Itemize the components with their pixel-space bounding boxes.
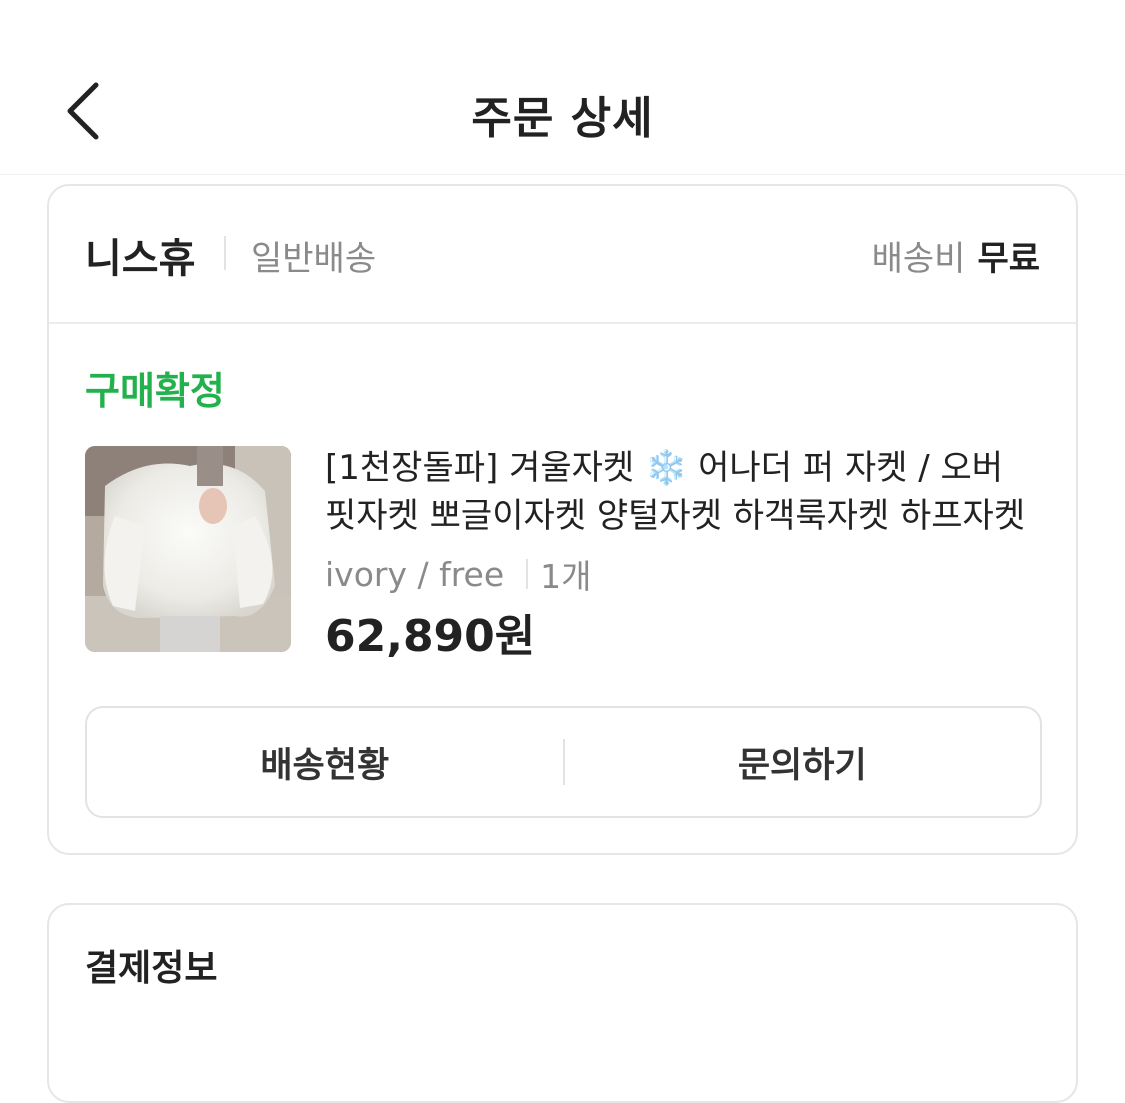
shipping-fee-value: 무료 xyxy=(977,239,1040,279)
order-item-card: 니스휴 일반배송 배송비 무료 구매확정 [1천장돌파] 겨울자켓 ❄️ 어나더… xyxy=(47,184,1078,855)
shipping-fee: 배송비 무료 xyxy=(872,231,1040,280)
section-title: 결제정보 xyxy=(85,948,218,989)
payment-info-card: 결제정보 xyxy=(47,903,1078,1103)
order-actions: 배송현황 문의하기 xyxy=(85,706,1042,818)
divider xyxy=(526,559,529,589)
delivery-type: 일반배송 xyxy=(251,239,377,279)
product-option: ivory / free xyxy=(325,554,505,594)
page-title: 주문 상세 xyxy=(471,93,654,144)
top-app-bar: 주문 상세 xyxy=(0,0,1125,175)
product-quantity: 1개 xyxy=(540,557,592,596)
divider xyxy=(224,236,226,270)
product-thumbnail[interactable] xyxy=(85,446,291,652)
seller-name[interactable]: 니스휴 xyxy=(85,226,195,284)
seller-row: 니스휴 일반배송 배송비 무료 xyxy=(49,186,1076,324)
shipping-fee-label: 배송비 xyxy=(871,239,966,279)
delivery-status-button[interactable]: 배송현황 xyxy=(87,708,563,816)
product-name-line-2: 핏자켓 뽀글이자켓 양털자켓 하객룩자켓 하프자켓 xyxy=(325,496,1026,536)
product-price: 62,890원 xyxy=(325,611,536,662)
product-photo-icon xyxy=(85,446,291,652)
order-status: 구매확정 xyxy=(85,369,225,413)
inquiry-button[interactable]: 문의하기 xyxy=(565,708,1041,816)
product-name-line-1: [1천장돌파] 겨울자켓 ❄️ 어나더 퍼 자켓 / 오버 xyxy=(325,448,1004,488)
product-option-row: ivory / free 1개 xyxy=(325,550,592,598)
product-name[interactable]: [1천장돌파] 겨울자켓 ❄️ 어나더 퍼 자켓 / 오버 핏자켓 뽀글이자켓 … xyxy=(325,444,1045,540)
